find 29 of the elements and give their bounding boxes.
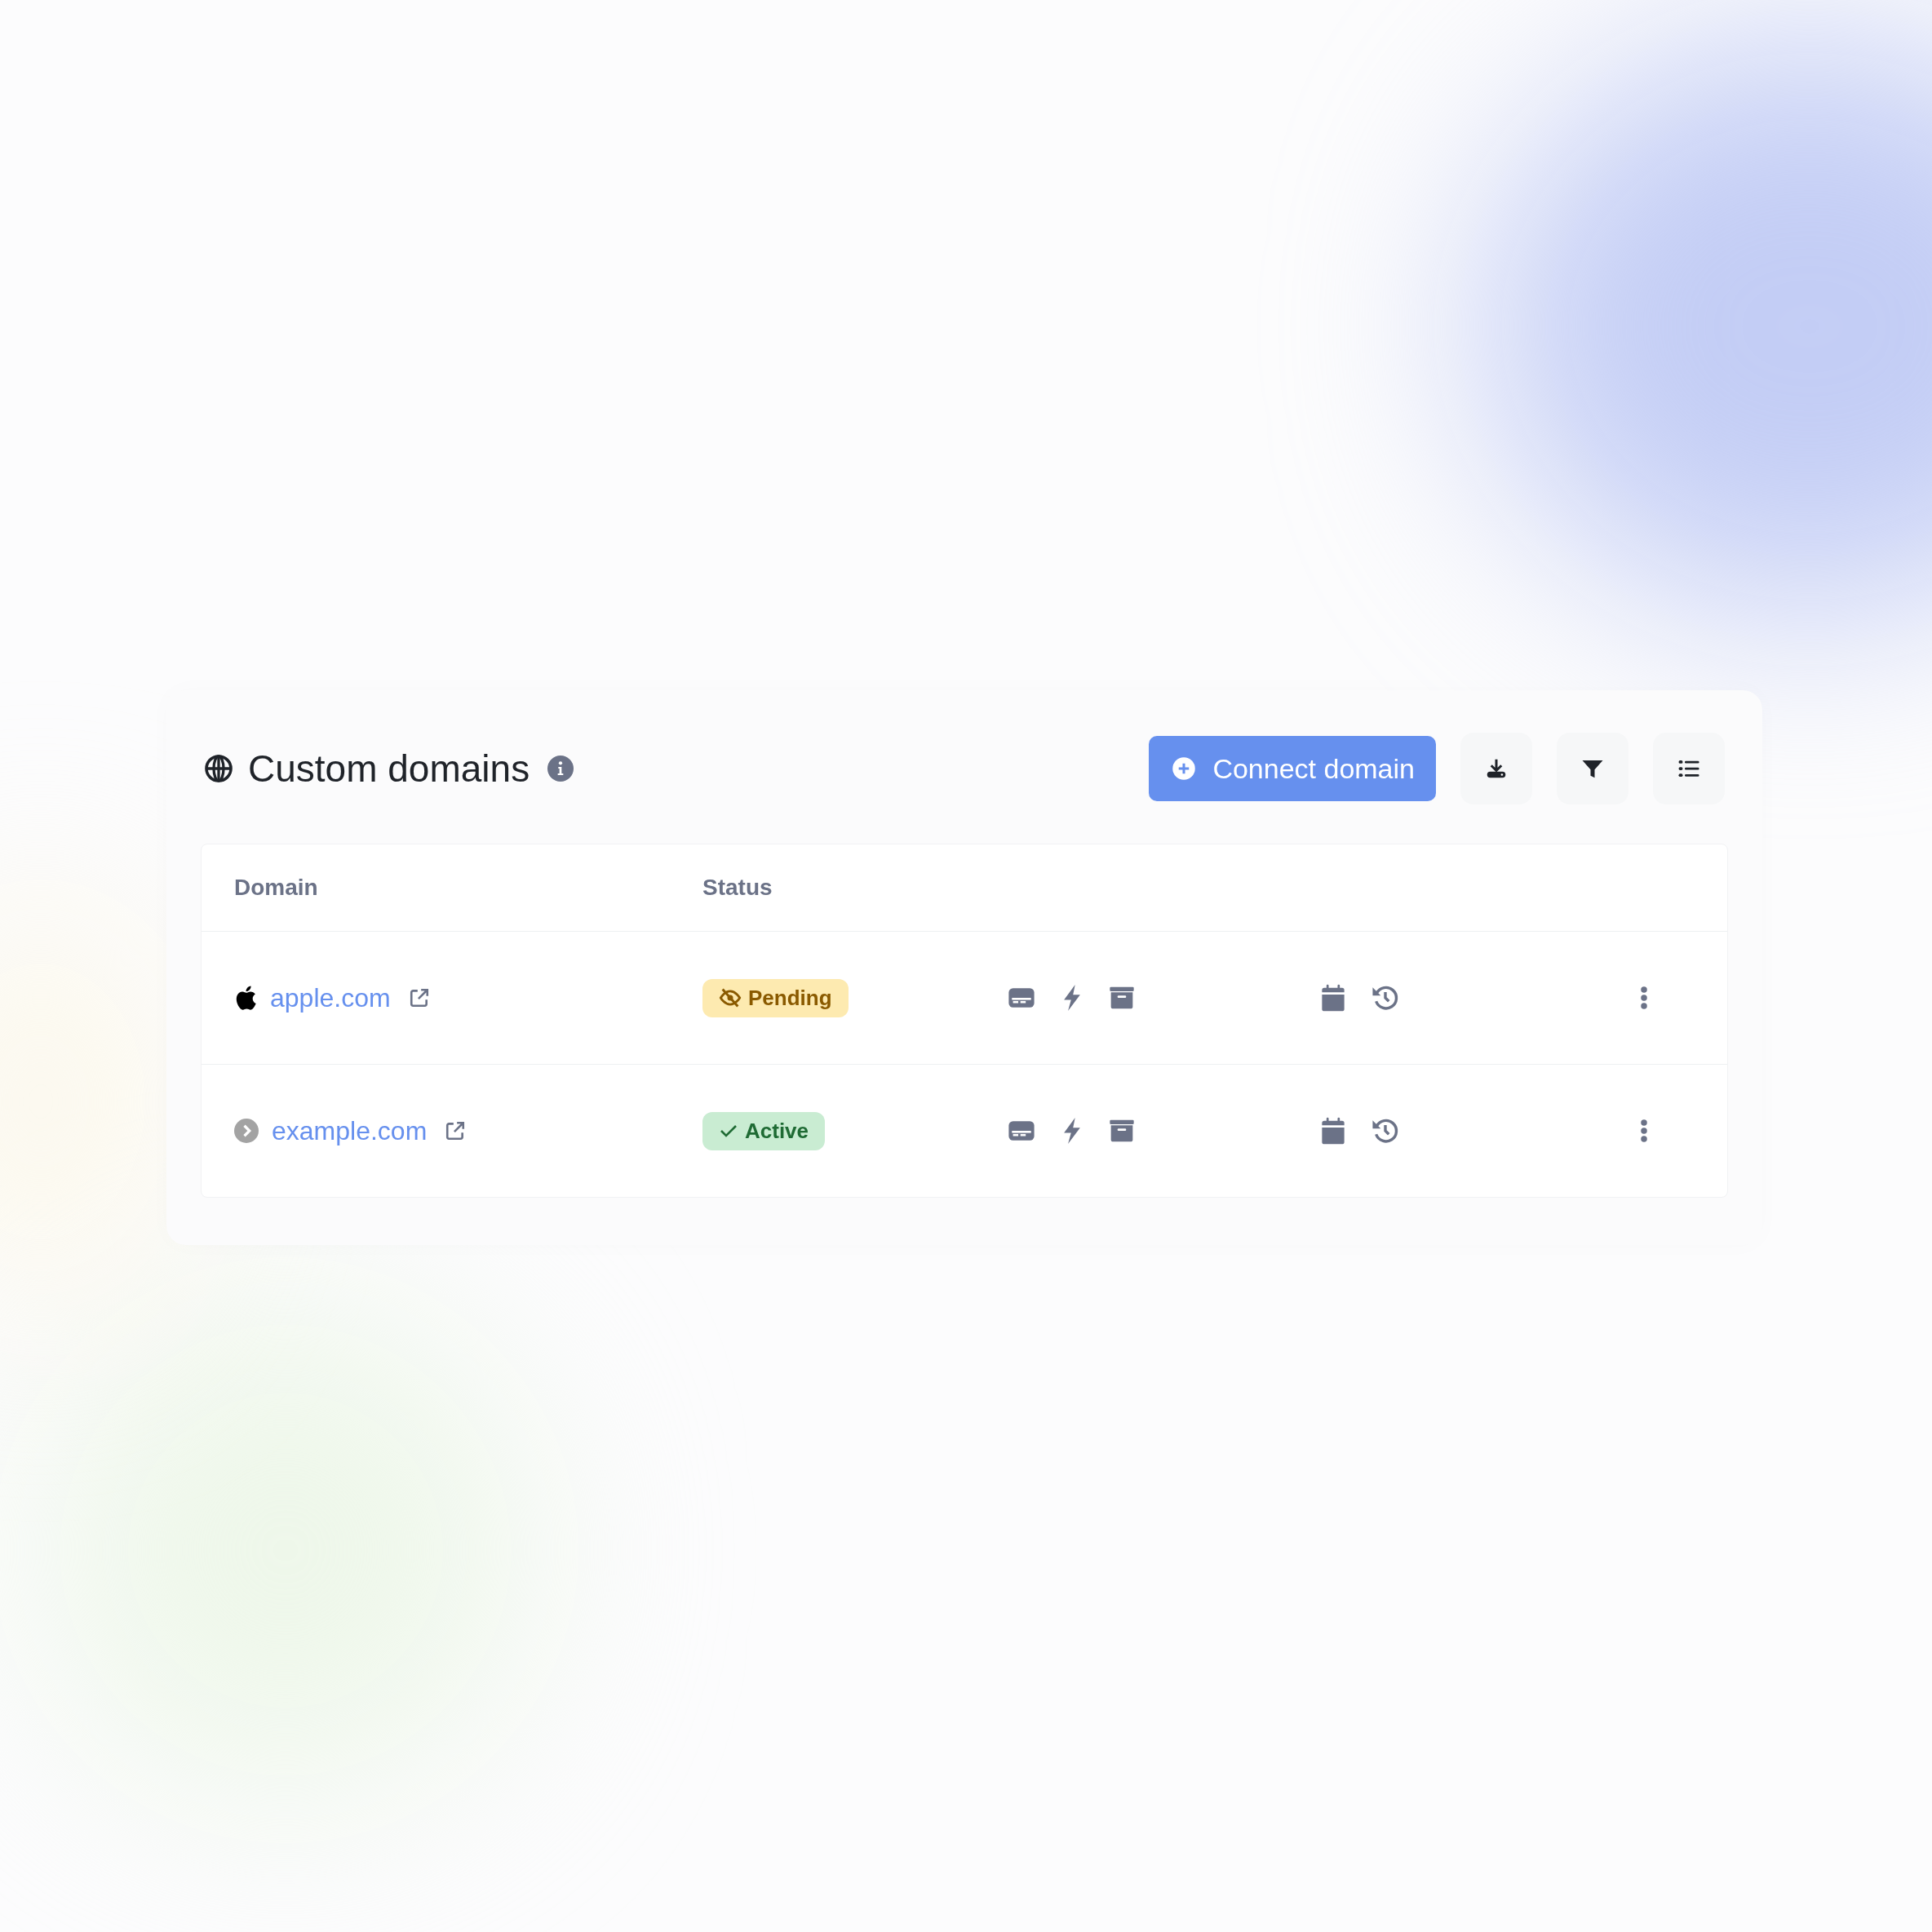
- history-icon[interactable]: [1371, 984, 1399, 1012]
- download-button[interactable]: [1460, 733, 1532, 804]
- filter-button[interactable]: [1557, 733, 1628, 804]
- calendar-icon[interactable]: [1321, 1117, 1345, 1145]
- history-icon[interactable]: [1371, 1117, 1399, 1145]
- info-icon: [547, 756, 574, 782]
- globe-icon: [204, 754, 233, 783]
- external-link-icon[interactable]: [408, 987, 430, 1008]
- card-icon[interactable]: [1008, 1120, 1035, 1141]
- calendar-icon[interactable]: [1321, 984, 1345, 1012]
- column-header: Status: [702, 875, 773, 901]
- archive-icon[interactable]: [1109, 985, 1135, 1011]
- external-link-icon[interactable]: [445, 1120, 467, 1141]
- card-icon[interactable]: [1008, 987, 1035, 1008]
- domain-link[interactable]: apple.com: [270, 982, 391, 1013]
- eye-slash-icon: [719, 988, 742, 1008]
- page-title: Custom domains: [248, 747, 530, 791]
- status-badge: Pending: [702, 978, 849, 1017]
- more-options-icon[interactable]: [1639, 1119, 1649, 1143]
- chevron-circle-icon: [234, 1119, 259, 1143]
- plus-circle-icon: [1172, 756, 1197, 781]
- column-header: Domain: [233, 875, 319, 901]
- domain-link[interactable]: example.com: [272, 1115, 428, 1146]
- archive-icon[interactable]: [1109, 1118, 1135, 1144]
- more-options-icon[interactable]: [1639, 986, 1649, 1010]
- connect-domain-button[interactable]: Connect domain: [1149, 736, 1436, 801]
- apple-icon: [234, 985, 257, 1011]
- list-view-button[interactable]: [1653, 733, 1725, 804]
- status-badge: Active: [702, 1111, 826, 1150]
